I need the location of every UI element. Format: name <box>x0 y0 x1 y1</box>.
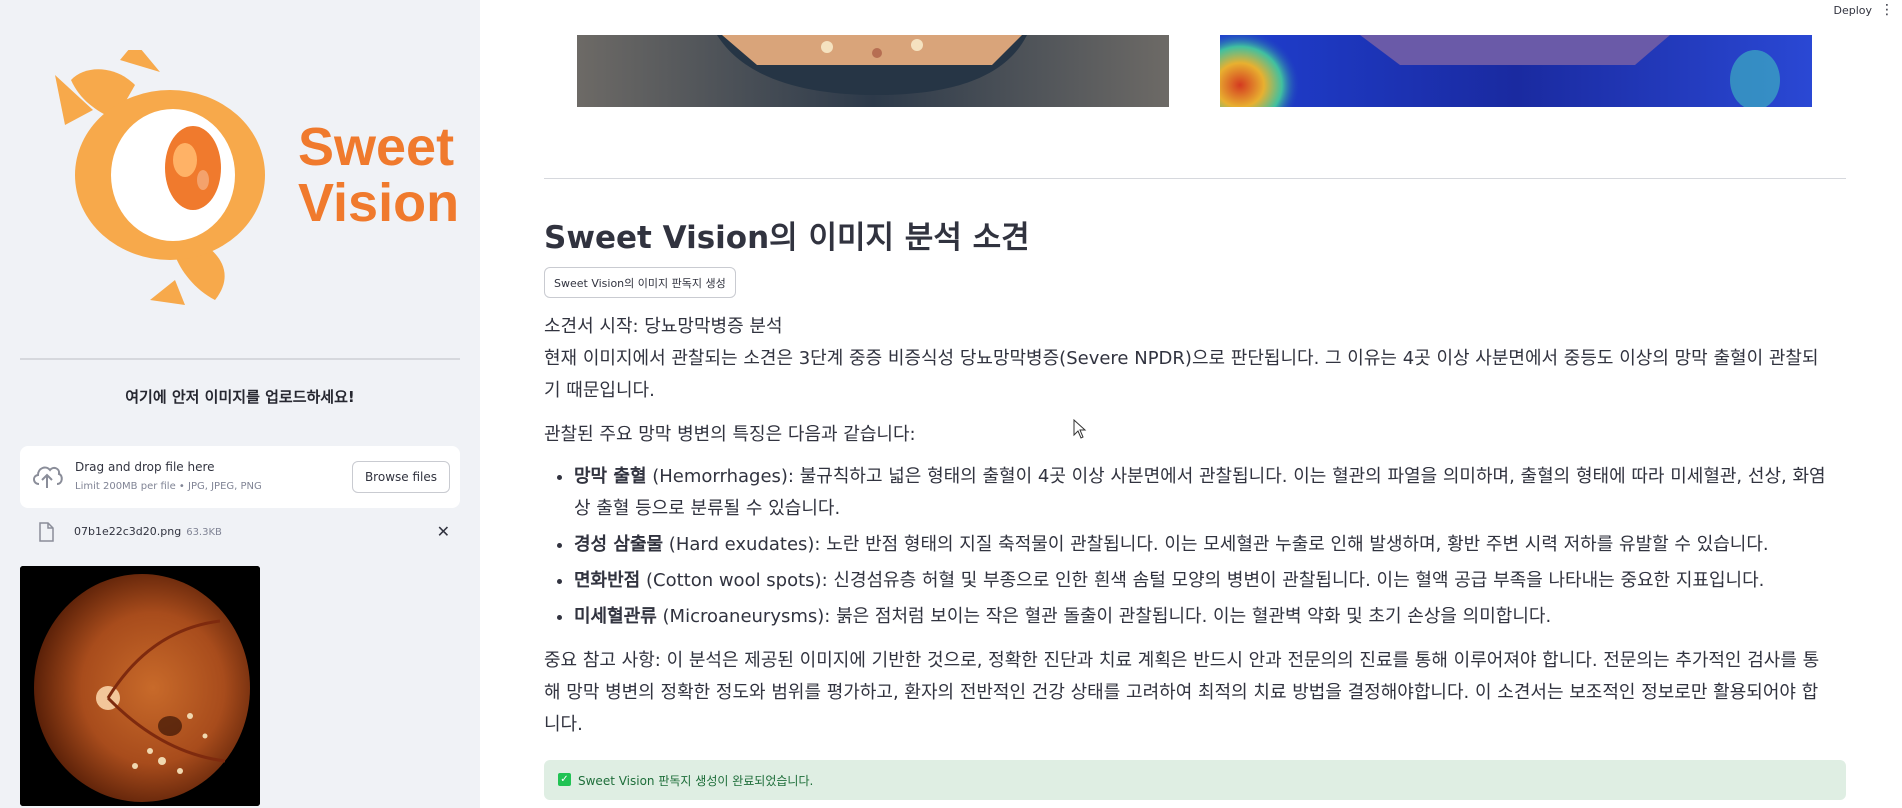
lesion-english: (Microaneurysms): <box>656 606 831 627</box>
mouse-cursor-icon <box>1073 419 1087 439</box>
fundus-thumbnail <box>20 566 260 806</box>
check-icon: ✓ <box>558 773 571 786</box>
sidebar-divider <box>20 358 460 360</box>
kebab-menu-icon[interactable]: ⋮ <box>1880 2 1894 18</box>
lesion-term: 망막 출혈 <box>574 466 647 487</box>
uploaded-file-row: 07b1e22c3d20.png 63.3KB ✕ <box>20 518 460 548</box>
list-item: 미세혈관류 (Microaneurysms): 붉은 점처럼 보이는 작은 혈관… <box>574 601 1834 633</box>
sweet-vision-logo: Sweet Vision <box>55 50 459 310</box>
report-note: 중요 참고 사항: 이 분석은 제공된 이미지에 기반한 것으로, 정확한 진단… <box>544 650 1820 735</box>
lesion-english: (Cotton wool spots): <box>640 570 828 591</box>
success-message: Sweet Vision 판독지 생성이 완료되었습니다. <box>578 774 814 788</box>
remove-file-close-icon[interactable]: ✕ <box>437 522 450 541</box>
list-item: 망막 출혈 (Hemorrhages): 불규칙하고 넓은 형태의 출혈이 4곳… <box>574 461 1834 525</box>
file-name-wrap: 07b1e22c3d20.png 63.3KB <box>74 525 222 538</box>
deploy-button[interactable]: Deploy <box>1833 4 1872 17</box>
heatmap-fundus-image <box>1220 35 1812 107</box>
browse-files-button[interactable]: Browse files <box>351 461 450 493</box>
file-size: 63.3KB <box>186 527 222 538</box>
original-fundus-image <box>577 35 1169 107</box>
dropzone-text: Drag and drop file here <box>75 460 215 474</box>
logo-text-sweet: Sweet <box>298 117 455 177</box>
list-item: 경성 삼출물 (Hard exudates): 노란 반점 형태의 지질 축적물… <box>574 529 1834 561</box>
generate-report-button[interactable]: Sweet Vision의 이미지 판독지 생성 <box>544 267 736 298</box>
upload-instruction: 여기에 안저 이미지를 업로드하세요! <box>125 388 355 406</box>
success-alert: ✓ Sweet Vision 판독지 생성이 완료되었습니다. <box>544 760 1846 800</box>
sidebar: Sweet Vision 여기에 안저 이미지를 업로드하세요! Drag an… <box>0 0 480 808</box>
file-dropzone[interactable]: Drag and drop file here Limit 200MB per … <box>20 446 460 508</box>
cloud-upload-icon <box>33 466 63 488</box>
report-start-line: 소견서 시작: 당뇨망막병증 분석 <box>544 316 783 337</box>
dropzone-limit: Limit 200MB per file • JPG, JPEG, PNG <box>75 481 262 492</box>
list-item: 면화반점 (Cotton wool spots): 신경섬유층 허혈 및 부종으… <box>574 565 1834 597</box>
main-content: Deploy ⋮ Sweet Vision의 이미지 분석 소견 Sweet V… <box>480 0 1902 808</box>
lesion-term: 미세혈관류 <box>574 606 657 627</box>
lesion-term: 경성 삼출물 <box>574 534 664 555</box>
analysis-title: Sweet Vision의 이미지 분석 소견 <box>544 220 1030 256</box>
file-icon <box>39 522 54 542</box>
lesion-english: (Hemorrhages): <box>646 466 794 487</box>
analysis-report: 소견서 시작: 당뇨망막병증 분석 현재 이미지에서 관찰되는 소견은 3단계 … <box>544 311 1834 741</box>
lesion-term: 면화반점 <box>574 570 641 591</box>
lesion-list: 망막 출혈 (Hemorrhages): 불규칙하고 넓은 형태의 출혈이 4곳… <box>544 461 1834 633</box>
file-name: 07b1e22c3d20.png <box>74 525 182 538</box>
logo-text-vision: Vision <box>298 173 460 233</box>
lesion-desc: 붉은 점처럼 보이는 작은 혈관 돌출이 관찰됩니다. 이는 혈관벽 약화 및 … <box>830 606 1552 627</box>
lesion-desc: 노란 반점 형태의 지질 축적물이 관찰됩니다. 이는 모세혈관 누출로 인해 … <box>820 534 1769 555</box>
lesion-desc: 신경섬유층 허혈 및 부종으로 인한 흰색 솜털 모양의 병변이 관찰됩니다. … <box>827 570 1765 591</box>
lesion-intro: 관찰된 주요 망막 병변의 특징은 다음과 같습니다: <box>544 424 916 445</box>
lesion-english: (Hard exudates): <box>663 534 821 555</box>
report-summary: 현재 이미지에서 관찰되는 소견은 3단계 중증 비증식성 당뇨망막병증(Sev… <box>544 348 1819 401</box>
section-divider <box>544 178 1846 179</box>
fundus-image <box>20 566 260 806</box>
